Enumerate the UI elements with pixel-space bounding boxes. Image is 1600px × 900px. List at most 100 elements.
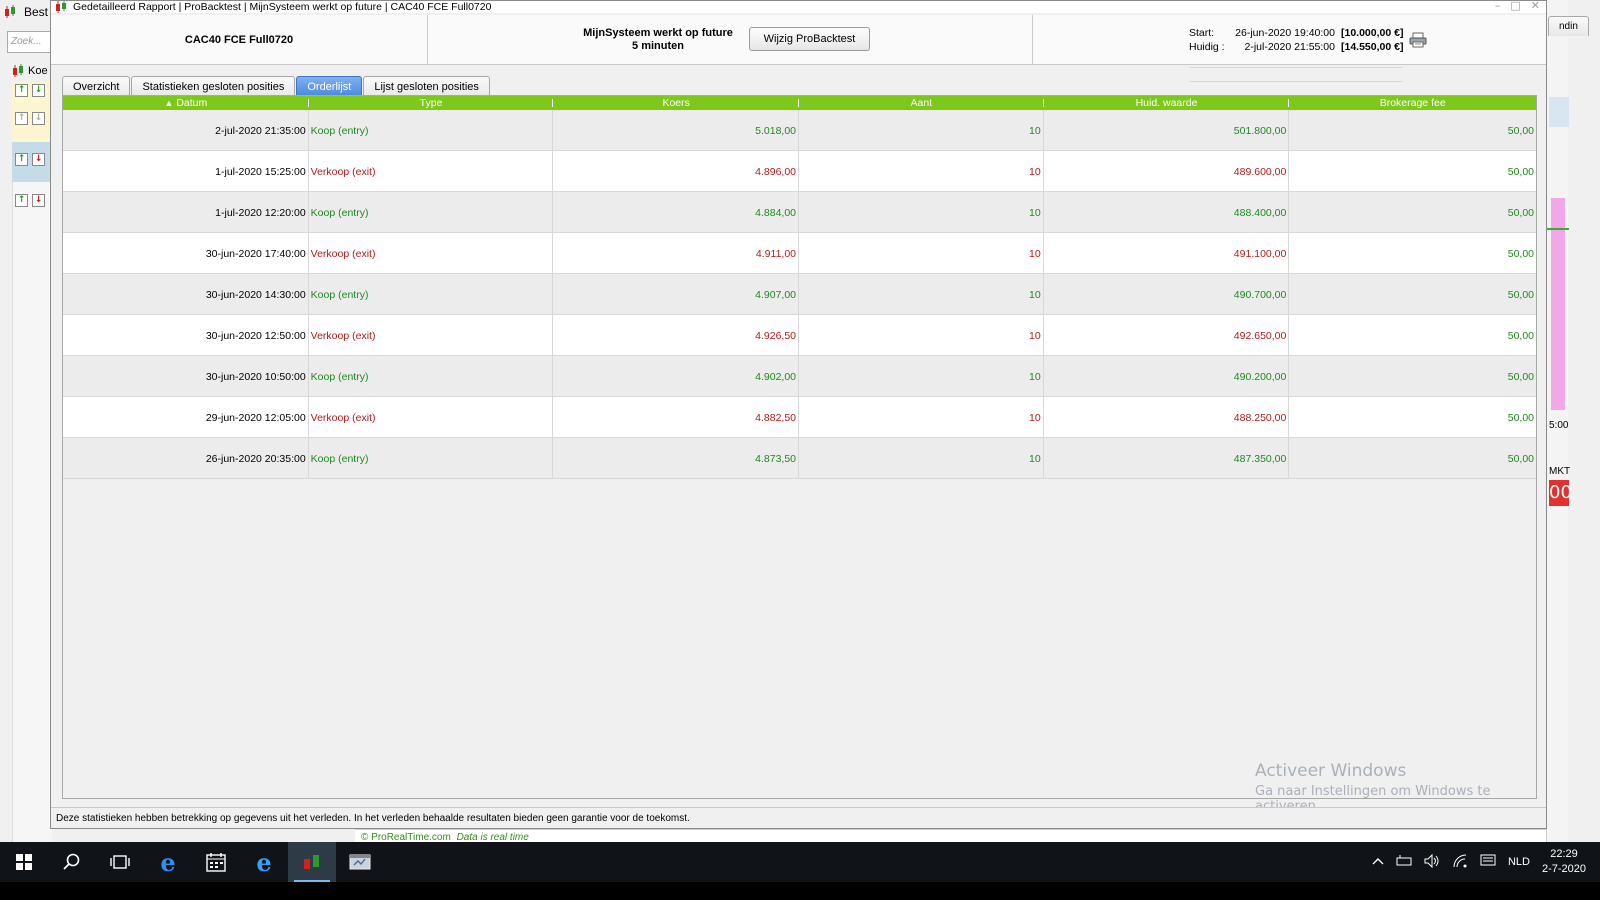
column-header-label: Datum — [176, 97, 208, 109]
column-header-label: Koers — [662, 97, 690, 109]
column-header-label: Type — [419, 97, 443, 109]
table-row[interactable]: 26-jun-2020 20:35:00 Koop (entry) 4.873,50… — [63, 438, 1536, 479]
network-adapter-icon[interactable] — [1396, 854, 1412, 871]
column-header-brokerage-fee[interactable]: Brokerage fee — [1289, 96, 1536, 110]
candlestick-icon — [13, 64, 23, 77]
period-panel: Start: 26-jun-2020 19:40:00 [10.000,00 €… — [1033, 15, 1546, 82]
task-view-icon[interactable] — [96, 842, 144, 882]
column-header-type[interactable]: Type — [309, 96, 554, 110]
clock-time: 22:29 — [1550, 848, 1578, 860]
table-header: ▲ Datum Type Koers Aant Huid. waarde Brokerage… — [63, 96, 1536, 110]
background-app-right-panel: ndin 5:00 MKT 00 — [1546, 0, 1589, 860]
cell-huid: 488.400,00 — [1044, 192, 1290, 233]
cell-fee: 50,00 — [1507, 288, 1535, 301]
clock-date: 2-7-2020 — [1541, 863, 1586, 875]
cell-datum: 1-jul-2020 15:25:00 — [63, 151, 309, 192]
arrow-down-icon[interactable]: ↓ — [32, 194, 45, 207]
system-info: MijnSysteem werkt op future 5 minuten — [568, 27, 748, 53]
table-row[interactable]: 2-jul-2020 21:35:00 Koop (entry) 5.018,00 1… — [63, 110, 1536, 151]
edit-probacktest-button[interactable]: Wijzig ProBacktest — [749, 27, 870, 51]
column-header-huid-waarde[interactable]: Huid. waarde — [1044, 96, 1290, 110]
background-app-menu[interactable]: Best — [0, 0, 52, 24]
cell-datum: 29-jun-2020 12:05:00 — [63, 397, 309, 438]
cell-fee: 50,00 — [1507, 247, 1535, 260]
cell-datum: 2-jul-2020 21:35:00 — [63, 110, 309, 151]
tab-overzicht[interactable]: Overzicht — [62, 76, 131, 96]
internet-explorer-icon[interactable]: e — [240, 842, 288, 882]
column-header-koers[interactable]: Koers — [553, 96, 800, 110]
disclaimer-text: Deze statistieken hebben betrekking op g… — [51, 807, 1546, 827]
arrow-down-icon[interactable]: ↓ — [32, 84, 45, 97]
wifi-icon[interactable] — [1452, 854, 1468, 871]
background-menu-label: Best — [24, 5, 49, 19]
cell-fee: 50,00 — [1507, 411, 1535, 424]
windows-start-icon[interactable] — [0, 842, 48, 882]
arrow-up-icon[interactable]: ↑ — [15, 112, 28, 125]
background-list-header: Koe — [12, 64, 48, 78]
arrow-up-icon[interactable]: ↑ — [15, 194, 28, 207]
system-tray: NLD 22:29 2-7-2020 — [1372, 842, 1600, 882]
cell-huid: 487.350,00 — [1044, 438, 1290, 479]
table-row[interactable]: 30-jun-2020 14:30:00 Koop (entry) 4.907,00… — [63, 274, 1536, 315]
cell-huid: 501.800,00 — [1044, 110, 1290, 151]
column-header-label: Huid. waarde — [1135, 97, 1198, 109]
language-indicator[interactable]: NLD — [1508, 856, 1530, 868]
tab-lijst-gesloten-posities[interactable]: Lijst gesloten posities — [363, 76, 490, 96]
table-row[interactable]: 30-jun-2020 12:50:00 Verkoop (exit) 4.926,… — [63, 315, 1536, 356]
cell-datum: 30-jun-2020 17:40:00 — [63, 233, 309, 274]
print-icon[interactable] — [1409, 32, 1427, 48]
cell-koers: 4.907,00 — [553, 274, 800, 315]
table-row[interactable]: 1-jul-2020 15:25:00 Verkoop (exit) 4.896,0… — [63, 151, 1536, 192]
chevron-up-icon[interactable] — [1372, 856, 1384, 868]
minimize-icon[interactable]: – — [1495, 0, 1501, 11]
cell-fee: 50,00 — [1507, 329, 1535, 342]
arrow-up-icon[interactable]: ↑ — [15, 84, 28, 97]
table-row[interactable]: 30-jun-2020 10:50:00 Koop (entry) 4.902,00… — [63, 356, 1536, 397]
background-button-row: ↑ ↓ — [15, 194, 45, 207]
detailed-report-window: Gedetailleerd Rapport | ProBacktest | Mi… — [50, 0, 1547, 829]
cell-datum: 30-jun-2020 12:50:00 — [63, 315, 309, 356]
search-icon[interactable] — [48, 842, 96, 882]
tab-statistieken-gesloten-posities[interactable]: Statistieken gesloten posities — [131, 76, 296, 96]
timeframe: 5 minuten — [632, 40, 684, 52]
volume-icon[interactable] — [1424, 853, 1440, 871]
cell-datum: 30-jun-2020 14:30:00 — [63, 274, 309, 315]
edge-icon[interactable]: e — [144, 842, 192, 882]
column-header-datum[interactable]: ▲ Datum — [63, 96, 309, 110]
cell-koers: 4.884,00 — [553, 192, 800, 233]
cell-aant: 10 — [799, 438, 1044, 479]
column-header-label: Brokerage fee — [1379, 97, 1446, 109]
table-row[interactable]: 1-jul-2020 12:20:00 Koop (entry) 4.884,00 1… — [63, 192, 1536, 233]
background-search-input[interactable]: Zoek... — [7, 31, 51, 53]
cell-datum: 30-jun-2020 10:50:00 — [63, 356, 309, 397]
maximize-icon[interactable]: □ — [1510, 0, 1520, 11]
background-button-row: ↑ ↓ — [15, 112, 45, 125]
window-titlebar[interactable]: Gedetailleerd Rapport | ProBacktest | Mi… — [51, 1, 1546, 13]
cell-aant: 10 — [799, 151, 1044, 192]
arrow-up-icon[interactable]: ↑ — [15, 153, 28, 166]
prorealtime-icon[interactable] — [288, 842, 336, 882]
current-row: Huidig : 2-jul-2020 21:55:00 [14.550,00 … — [1189, 41, 1404, 82]
report-tabs: Overzicht Statistieken gesloten posities O… — [62, 76, 490, 96]
system-name: MijnSysteem werkt op future — [583, 27, 733, 39]
table-row[interactable]: 29-jun-2020 12:05:00 Verkoop (exit) 4.882,… — [63, 397, 1536, 438]
cell-type: Koop (entry) — [309, 110, 554, 151]
arrow-down-icon[interactable]: ↓ — [32, 153, 45, 166]
close-icon[interactable]: ✕ — [1531, 0, 1540, 11]
calendar-icon[interactable] — [192, 842, 240, 882]
notification-icon[interactable] — [1480, 854, 1496, 871]
clock[interactable]: 22:29 2-7-2020 — [1542, 847, 1586, 877]
window-controls: – □ ✕ — [1495, 0, 1540, 11]
background-right-tab[interactable]: ndin — [1548, 16, 1589, 36]
table-body: 2-jul-2020 21:35:00 Koop (entry) 5.018,00 1… — [63, 110, 1536, 479]
cell-huid: 491.100,00 — [1044, 233, 1290, 274]
cell-aant: 10 — [799, 110, 1044, 151]
system-panel: MijnSysteem werkt op future 5 minuten Wi… — [428, 15, 1033, 65]
arrow-down-icon[interactable]: ↓ — [32, 112, 45, 125]
prorealtime-logo-icon — [55, 1, 69, 13]
app-window-icon[interactable] — [336, 842, 384, 882]
tab-orderlijst[interactable]: Orderlijst — [296, 76, 363, 96]
table-row[interactable]: 30-jun-2020 17:40:00 Verkoop (exit) 4.911,… — [63, 233, 1536, 274]
column-header-aant[interactable]: Aant — [799, 96, 1044, 110]
cell-type: Verkoop (exit) — [309, 397, 554, 438]
